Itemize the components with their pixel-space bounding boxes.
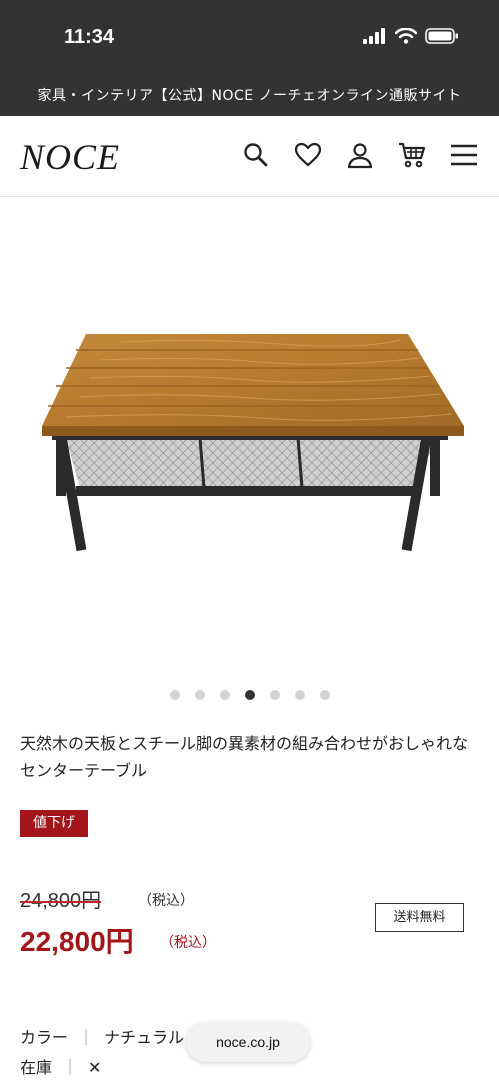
page-title-banner: 家具・インテリア【公式】NOCE ノーチェオンライン通販サイト bbox=[0, 76, 499, 116]
status-icons bbox=[363, 28, 459, 44]
spec-divider: ｜ bbox=[78, 1028, 95, 1047]
status-bar: 11:34 bbox=[0, 0, 499, 76]
sale-price-tax-label: （税込） bbox=[160, 935, 216, 951]
carousel-dot[interactable] bbox=[294, 690, 305, 700]
spec-divider: ｜ bbox=[62, 1058, 79, 1077]
site-logo[interactable]: NOCE bbox=[20, 136, 120, 178]
spec-stock-row: 在庫 ｜ ✕ bbox=[20, 1054, 101, 1078]
status-time: 11:34 bbox=[64, 26, 115, 48]
sale-price: 22,800円 bbox=[20, 926, 134, 957]
carousel-dots bbox=[0, 690, 499, 700]
original-price-tax-label: （税込） bbox=[138, 893, 194, 909]
user-icon[interactable] bbox=[345, 140, 375, 170]
battery-icon bbox=[425, 28, 458, 44]
signal-icon bbox=[363, 28, 385, 44]
browser-url-pill[interactable]: noce.co.jp bbox=[186, 1022, 310, 1062]
menu-icon[interactable] bbox=[449, 140, 479, 170]
price-down-badge: 値下げ bbox=[20, 810, 88, 837]
original-price-value: 24,800円 bbox=[20, 890, 102, 912]
product-description: 天然木の天板とスチール脚の異素材の組み合わせがおしゃれなセンターテーブル bbox=[20, 734, 469, 780]
search-icon[interactable] bbox=[241, 140, 271, 170]
stock-value: ✕ bbox=[88, 1058, 102, 1077]
header-icons bbox=[241, 140, 479, 170]
carousel-dot[interactable] bbox=[194, 690, 205, 700]
carousel-dot[interactable] bbox=[169, 690, 180, 700]
stock-label: 在庫 bbox=[20, 1058, 53, 1077]
spec-color-row: カラー ｜ ナチュラル bbox=[20, 1024, 184, 1048]
color-label: カラー bbox=[20, 1028, 69, 1047]
wifi-icon bbox=[395, 28, 417, 44]
cart-icon[interactable] bbox=[397, 140, 427, 170]
heart-icon[interactable] bbox=[293, 140, 323, 170]
color-value: ナチュラル bbox=[104, 1028, 185, 1047]
carousel-dot-active[interactable] bbox=[244, 690, 255, 700]
carousel-dot[interactable] bbox=[319, 690, 330, 700]
carousel-dot[interactable] bbox=[219, 690, 230, 700]
free-shipping-badge: 送料無料 bbox=[375, 903, 464, 932]
product-image[interactable] bbox=[0, 200, 499, 680]
carousel-dot[interactable] bbox=[269, 690, 280, 700]
site-header: NOCE bbox=[0, 116, 499, 197]
original-price: 24,800円 bbox=[20, 884, 101, 913]
